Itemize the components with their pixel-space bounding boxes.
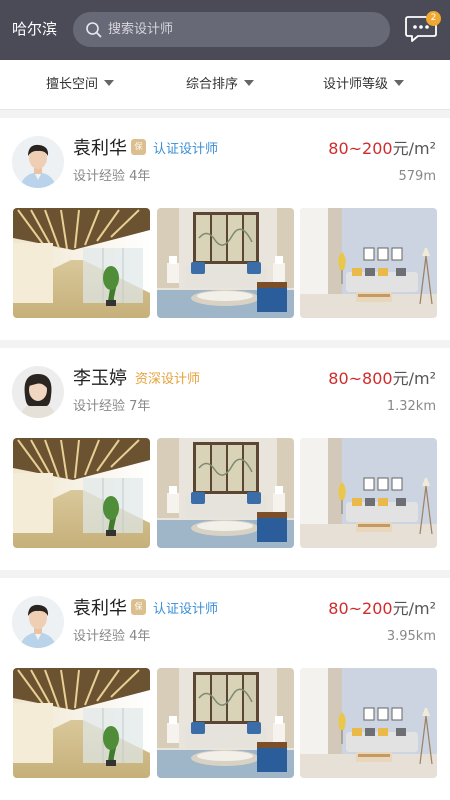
dropdown-arrow-icon [104, 79, 115, 86]
designer-avatar[interactable] [12, 366, 64, 418]
price-value: 80~200 [328, 599, 393, 618]
price-unit: 元/m² [392, 599, 436, 618]
designer-card[interactable]: 袁利华 保 认证设计师 80~200元/m² 设计经验 4年 3.95km [0, 578, 450, 800]
designer-card[interactable]: 李玉婷 资深设计师 80~800元/m² 设计经验 7年 1.32km [0, 348, 450, 570]
sofa-room-photo[interactable] [300, 438, 437, 548]
designer-avatar[interactable] [12, 136, 64, 188]
price-range: 80~200元/m² [328, 138, 436, 160]
design-experience: 设计经验 4年 [73, 629, 151, 644]
search-placeholder: 搜索设计师 [108, 22, 174, 37]
living-room-photo[interactable] [157, 208, 294, 318]
guarantee-badge: 保 [131, 139, 146, 155]
card-separator [0, 340, 450, 348]
dropdown-arrow-icon [394, 79, 405, 86]
search-input[interactable]: 搜索设计师 [73, 12, 390, 47]
card-separator [0, 110, 450, 118]
filter-level-label: 设计师等级 [323, 77, 389, 92]
corridor-photo[interactable] [13, 668, 150, 778]
designer-title: 资深设计师 [135, 372, 201, 387]
guarantee-badge: 保 [131, 599, 146, 615]
design-experience: 设计经验 7年 [73, 399, 151, 414]
filter-bar: 擅长空间 综合排序 设计师等级 [0, 60, 450, 110]
price-unit: 元/m² [392, 369, 436, 388]
message-count-badge: 2 [426, 11, 441, 26]
filter-sort[interactable]: 综合排序 [186, 76, 255, 94]
price-value: 80~200 [328, 139, 393, 158]
designer-name[interactable]: 袁利华 [73, 597, 127, 621]
price-range: 80~800元/m² [328, 368, 436, 390]
corridor-photo[interactable] [13, 438, 150, 548]
living-room-photo[interactable] [157, 668, 294, 778]
city-selector[interactable]: 哈尔滨 [12, 18, 57, 40]
design-experience: 设计经验 4年 [73, 169, 151, 184]
dropdown-arrow-icon [244, 79, 255, 86]
card-separator [0, 570, 450, 578]
distance: 3.95km [386, 629, 436, 644]
top-bar: 哈尔滨 搜索设计师 2 [0, 0, 450, 60]
sofa-room-photo[interactable] [300, 668, 437, 778]
living-room-photo[interactable] [157, 438, 294, 548]
distance: 579m [398, 169, 436, 184]
designer-name[interactable]: 袁利华 [73, 137, 127, 161]
price-value: 80~800 [328, 369, 393, 388]
filter-level[interactable]: 设计师等级 [323, 76, 405, 94]
distance: 1.32km [386, 399, 436, 414]
filter-space-label: 擅长空间 [46, 77, 99, 92]
search-icon [85, 21, 103, 39]
designer-title: 认证设计师 [153, 142, 219, 157]
sofa-room-photo[interactable] [300, 208, 437, 318]
price-unit: 元/m² [392, 139, 436, 158]
filter-sort-label: 综合排序 [186, 77, 239, 92]
corridor-photo[interactable] [13, 208, 150, 318]
filter-space[interactable]: 擅长空间 [46, 76, 115, 94]
designer-title: 认证设计师 [153, 602, 219, 617]
designer-name[interactable]: 李玉婷 [73, 367, 127, 391]
designer-card[interactable]: 袁利华 保 认证设计师 80~200元/m² 设计经验 4年 579m [0, 118, 450, 340]
designer-avatar[interactable] [12, 596, 64, 648]
price-range: 80~200元/m² [328, 598, 436, 620]
